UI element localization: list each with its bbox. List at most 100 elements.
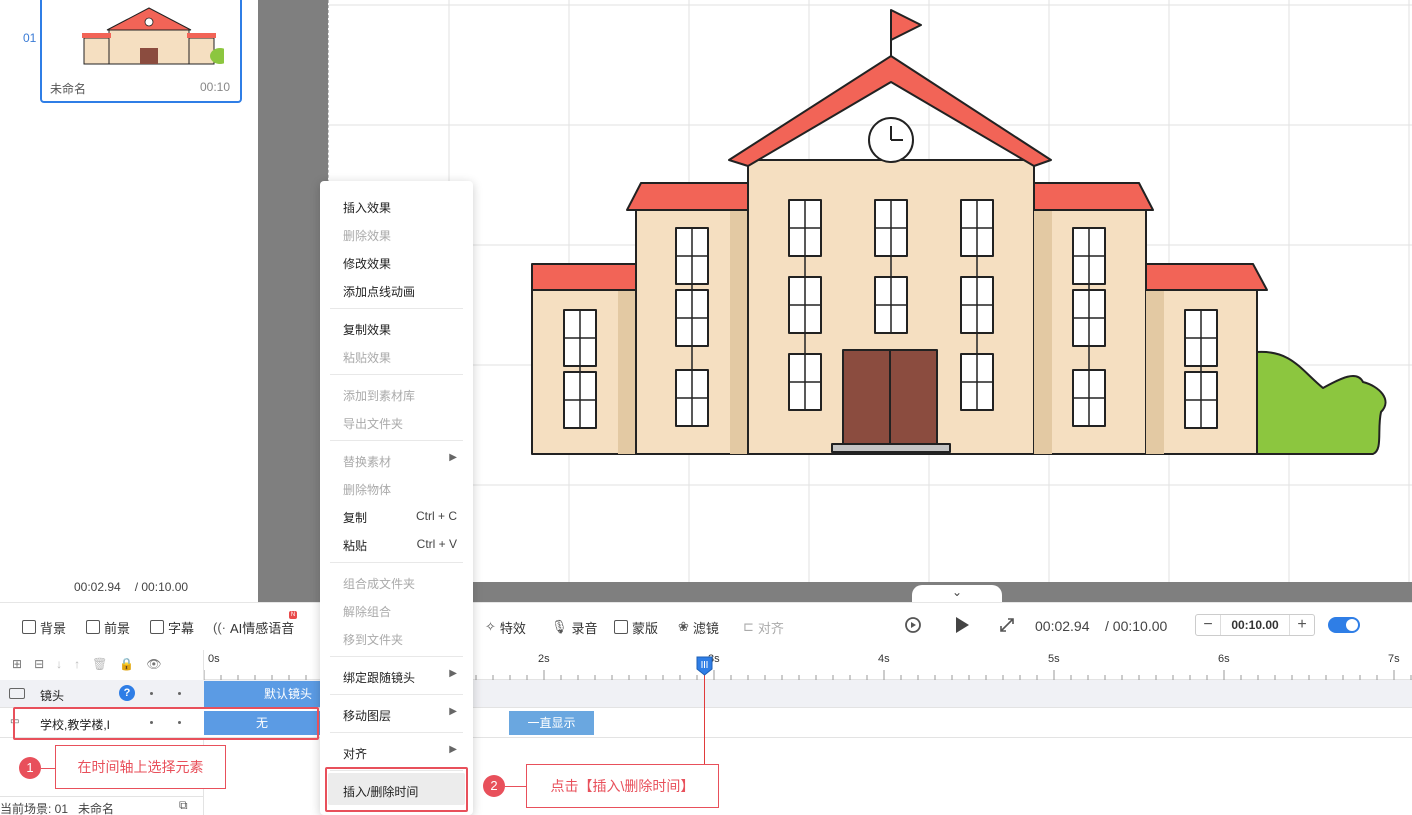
new-badge: N — [289, 611, 297, 619]
menu-separator — [330, 694, 463, 695]
add-folder-icon[interactable]: ⊞ — [12, 657, 22, 671]
cc-icon — [150, 620, 164, 634]
menu-item-add-to-library[interactable]: 添加到素材库 — [343, 387, 455, 404]
background-label: 背景 — [40, 620, 67, 636]
mask-button[interactable]: 蒙版 — [614, 618, 658, 636]
context-menu: 插入效果 删除效果 修改效果 添加点线动画 复制效果 粘贴效果 添加到素材库 导… — [320, 181, 473, 815]
delete-icon[interactable]: 🗑 — [92, 657, 107, 671]
step-1-connector — [41, 768, 55, 769]
copy-icon[interactable]: ⧉ — [179, 798, 188, 813]
playhead-handle[interactable] — [696, 656, 713, 676]
menu-item-ungroup[interactable]: 解除组合 — [343, 603, 455, 620]
menu-item-copy-effect[interactable]: 复制效果 — [343, 321, 455, 338]
foreground-icon — [86, 620, 100, 634]
menu-separator — [330, 656, 463, 657]
highlight-insert-delete-time — [325, 767, 468, 812]
play-icon[interactable] — [950, 614, 972, 636]
menu-item-move-to-folder[interactable]: 移到文件夹 — [343, 631, 455, 648]
record-button[interactable]: 🎙 录音 — [551, 618, 598, 636]
zoom-value[interactable]: 00:10.00 — [1220, 615, 1290, 635]
record-label: 录音 — [571, 620, 598, 636]
menu-item-add-path-animation[interactable]: 添加点线动画 — [343, 283, 455, 300]
total-time: / 00:10.00 — [1105, 618, 1168, 634]
menu-item-move-layer[interactable]: 移动图层 ▶ — [343, 706, 457, 724]
menu-item-group-to-folder[interactable]: 组合成文件夹 — [343, 575, 455, 592]
zoom-out-button[interactable]: − — [1196, 615, 1220, 635]
menu-item-modify-effect[interactable]: 修改效果 — [343, 255, 455, 272]
align-label: 对齐 — [757, 620, 784, 636]
effects-label: 特效 — [499, 620, 526, 636]
tick-label: 5s — [1048, 653, 1060, 665]
menu-item-delete-effect[interactable]: 删除效果 — [343, 227, 455, 244]
tick-label: 0s — [208, 653, 220, 665]
background-icon — [22, 620, 36, 634]
align-icon: ⊏ — [743, 619, 754, 634]
subtitle-button[interactable]: 字幕 — [150, 618, 194, 636]
filter-icon: ❀ — [678, 619, 689, 634]
stage-canvas[interactable] — [328, 0, 1412, 582]
step-2-connector — [505, 786, 526, 787]
filter-button[interactable]: ❀ 滤镜 — [678, 618, 719, 636]
chevron-down-icon: ⌄ — [951, 585, 963, 599]
voice-wave-icon: ((· — [213, 619, 226, 635]
menu-item-paste-effect[interactable]: 粘贴效果 — [343, 349, 455, 366]
status-scene-label: 当前场景: 01 — [0, 802, 69, 815]
menu-item-delete-object[interactable]: 删除物体 — [343, 481, 455, 498]
menu-item-insert-effect[interactable]: 插入效果 — [343, 199, 455, 216]
effects-button[interactable]: ✧ 特效 — [485, 618, 526, 636]
background-button[interactable]: 背景 — [22, 618, 66, 636]
foreground-button[interactable]: 前景 — [86, 618, 130, 636]
step-2-callout: 点击【插入\删除时间】 — [526, 764, 719, 808]
timeline-zoom-control: − 00:10.00 + — [1195, 614, 1315, 636]
menu-separator — [330, 308, 463, 309]
tick-label: 6s — [1218, 653, 1230, 665]
shortcut-copy: Ctrl + C — [415, 509, 457, 523]
layer-tools: ⊞ ⊟ ↓ ↑ 🗑 🔒 👁 — [12, 657, 162, 671]
status-scene-name: 未命名 — [78, 802, 115, 815]
ai-voice-button[interactable]: ((· AI情感语音 — [213, 618, 294, 636]
move-down-icon[interactable]: ↓ — [56, 657, 62, 671]
move-up-icon[interactable]: ↑ — [74, 657, 80, 671]
scene-name: 未命名 — [50, 82, 87, 96]
menu-separator — [330, 732, 463, 733]
step-1-badge: 1 — [19, 757, 41, 779]
subtitle-label: 字幕 — [168, 620, 195, 636]
menu-separator — [330, 374, 463, 375]
new-folder-icon[interactable]: ⊟ — [34, 657, 44, 671]
school-building-illustration[interactable] — [329, 0, 1412, 582]
scene-time-readout: 00:02.94 / 00:10.00 — [74, 580, 188, 594]
menu-separator — [330, 440, 463, 441]
menu-item-copy[interactable]: 复制 Ctrl + C — [343, 509, 457, 526]
submenu-arrow-icon: ▶ — [449, 744, 457, 755]
replay-icon[interactable] — [902, 614, 924, 636]
zoom-in-button[interactable]: + — [1290, 615, 1314, 635]
visibility-dot[interactable] — [150, 692, 153, 695]
menu-item-export-folder[interactable]: 导出文件夹 — [343, 415, 455, 432]
scene-card[interactable]: 未命名 00:10 — [40, 0, 242, 103]
submenu-arrow-icon: ▶ — [449, 706, 457, 717]
lock-dot[interactable] — [178, 692, 181, 695]
camera-clip[interactable]: 默认镜头 — [204, 681, 320, 707]
filter-label: 滤镜 — [692, 620, 719, 636]
track-name: 镜头 — [40, 689, 65, 703]
tick-label: 4s — [878, 653, 890, 665]
menu-item-replace-asset[interactable]: 替换素材 ▶ — [343, 452, 457, 470]
menu-item-paste[interactable]: 粘贴 Ctrl + V — [343, 537, 457, 554]
eye-icon[interactable]: 👁 — [146, 657, 161, 671]
submenu-arrow-icon: ▶ — [449, 452, 457, 463]
scene-duration: 00:10 — [199, 80, 230, 94]
snap-toggle[interactable] — [1328, 617, 1360, 633]
menu-item-bind-camera[interactable]: 绑定跟随镜头 ▶ — [343, 668, 457, 686]
mask-icon — [614, 620, 628, 634]
lock-icon[interactable]: 🔒 — [119, 657, 134, 671]
help-icon[interactable]: ? — [119, 685, 135, 701]
always-show-clip[interactable]: 一直显示 — [509, 711, 594, 735]
align-button[interactable]: ⊏ 对齐 — [743, 618, 784, 636]
scene-index: 01 — [23, 31, 37, 45]
scene-total-time: / 00:10.00 — [134, 580, 189, 594]
step-1-callout: 在时间轴上选择元素 — [55, 745, 226, 789]
fullscreen-icon[interactable] — [996, 614, 1018, 636]
scene-current-time: 00:02.94 — [74, 580, 121, 594]
step-2-badge: 2 — [483, 775, 505, 797]
menu-item-align[interactable]: 对齐 ▶ — [343, 744, 457, 762]
